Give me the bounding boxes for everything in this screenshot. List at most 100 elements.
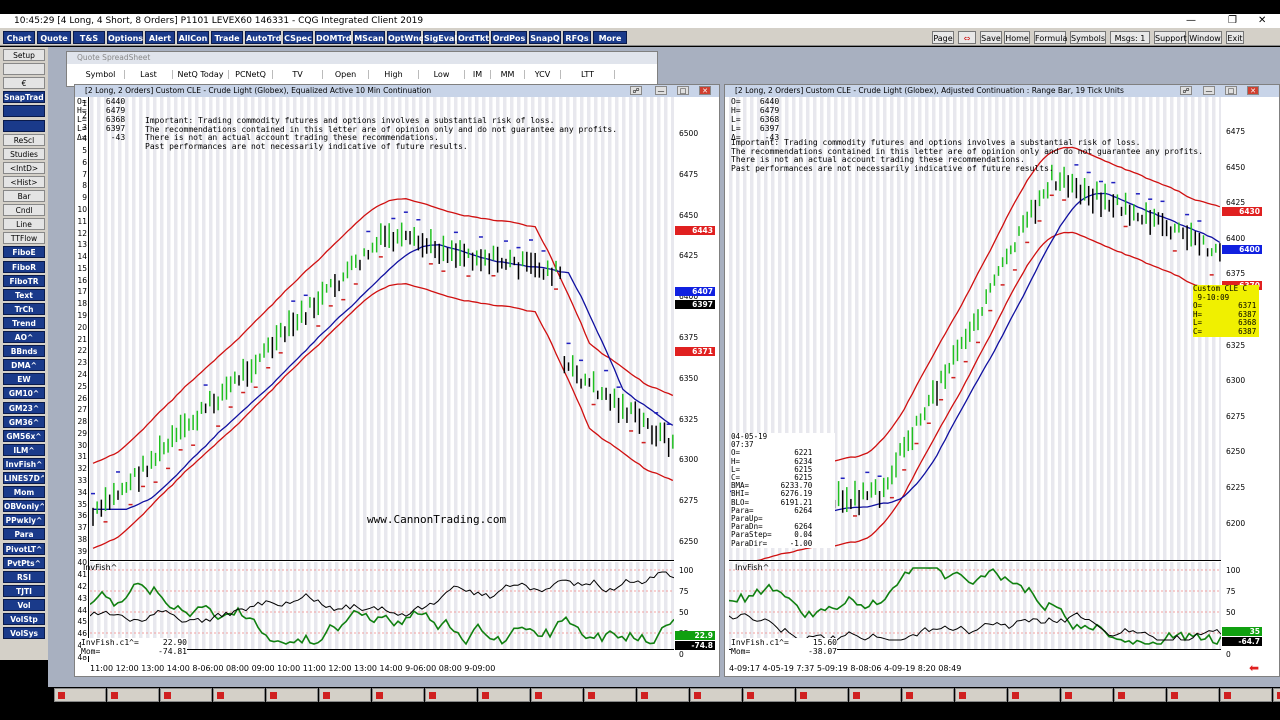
leftbar-line-button[interactable]: Line [3,218,45,231]
quote-col-ycv[interactable]: YCV [525,70,561,79]
close-icon[interactable]: ✕ [1247,86,1259,95]
maximize-icon[interactable]: □ [677,86,689,95]
maximize-icon[interactable]: □ [1225,86,1237,95]
menu-cspec-button[interactable]: CSpec [283,31,313,44]
leftbar-setup-button[interactable]: Setup [3,49,45,61]
leftbar-rsi-button[interactable]: RSI [3,570,45,583]
leftbar-trend-button[interactable]: Trend [3,316,45,329]
leftbar-gm23-button[interactable]: GM23^ [3,401,45,414]
leftbar-blank-5-button[interactable] [3,119,45,132]
menu-quote-button[interactable]: Quote [37,31,71,44]
quote-col-netqtoday[interactable]: NetQ Today [173,70,229,79]
menu-allcon-button[interactable]: AllCon [177,31,209,44]
leftbar-rescl-button[interactable]: ReScl [3,133,45,146]
leftbar-blank-4-button[interactable] [3,105,45,118]
scroll-left-arrow-icon[interactable]: ⬅ [1249,661,1259,675]
leftbar-mom-button[interactable]: Mom [3,486,45,499]
taskbar-window-button[interactable] [425,688,477,702]
menu-exit-button[interactable]: Exit [1226,31,1244,44]
menu-more-button[interactable]: More [593,31,627,44]
leftbar-intd-button[interactable]: <IntD> [3,161,45,174]
leftbar-gm56x-button[interactable]: GM56x^ [3,429,45,442]
leftbar-fibor-button[interactable]: FiboR [3,260,45,273]
leftbar-ew-button[interactable]: EW [3,373,45,386]
leftbar-bbnds-button[interactable]: BBnds [3,345,45,358]
leftbar-lines7d-button[interactable]: LINES7D^ [3,472,45,484]
menu-window-button[interactable]: Window [1188,31,1222,44]
quote-col-high[interactable]: High [369,70,419,79]
leftbar-pivotlt-button[interactable]: PivotLT^ [3,542,45,555]
menu-options-button[interactable]: Options [107,31,143,44]
taskbar-window-button[interactable] [690,688,742,702]
leftbar-bar-button[interactable]: Bar [3,190,45,202]
menu-sigeval-button[interactable]: SigEval [423,31,457,44]
close-icon[interactable]: ✕ [699,86,711,95]
menu-save-button[interactable]: Save [980,31,1002,44]
menu-symbols-button[interactable]: Symbols [1070,31,1106,44]
restore-icon[interactable]: ❐ [1228,14,1237,28]
taskbar-window-button[interactable] [531,688,583,702]
quote-col-im[interactable]: IM [465,70,491,79]
taskbar-window-button[interactable] [796,688,848,702]
taskbar-window-button[interactable] [160,688,212,702]
taskbar-window-button[interactable] [1167,688,1219,702]
taskbar-window-button[interactable] [319,688,371,702]
leftbar-tjti-button[interactable]: TJTI [3,584,45,597]
link-icon[interactable]: ☍ [1180,86,1192,95]
leftbar-vol-button[interactable]: Vol [3,598,45,611]
leftbar-text-button[interactable]: Text [3,288,45,301]
leftbar-fibotr-button[interactable]: FiboTR [3,274,45,287]
leftbar-ppwkly-button[interactable]: PPwkly^ [3,514,45,527]
menu-trade-button[interactable]: Trade [211,31,243,44]
leftbar-volsys-button[interactable]: VolSys [3,627,45,640]
menu-support-button[interactable]: Support [1154,31,1187,44]
taskbar-window-button[interactable] [902,688,954,702]
taskbar-window-button[interactable] [213,688,265,702]
taskbar-window-button[interactable] [955,688,1007,702]
taskbar-window-button[interactable] [1008,688,1060,702]
taskbar-window-button[interactable] [54,688,106,702]
leftbar-ttflow-button[interactable]: TTFlow [3,232,45,245]
taskbar-window-button[interactable] [849,688,901,702]
leftbar-cndl-button[interactable]: Cndl [3,204,45,217]
leftbar-gm36-button[interactable]: GM36^ [3,415,45,428]
quote-col-mm[interactable]: MM [491,70,525,79]
leftbar-snaptrader-button[interactable]: SnapTrader [3,91,45,104]
menu-mscan-button[interactable]: MScan [353,31,385,44]
menu-alert-button[interactable]: Alert [145,31,175,44]
quote-col-pcnetq[interactable]: PCNetQ [229,70,273,79]
quote-col-last[interactable]: Last [125,70,173,79]
leftbar-studies-button[interactable]: Studies [3,147,45,160]
minimize-icon[interactable]: — [655,86,667,95]
price-plot[interactable] [90,97,674,561]
quote-col-symbol[interactable]: Symbol [77,70,125,79]
leftbar-obvonly-button[interactable]: OBVonly^ [3,500,45,513]
taskbar-window-button[interactable] [637,688,689,702]
close-icon[interactable]: ✕ [1258,14,1266,28]
leftbar-blank-1-button[interactable] [3,63,45,76]
taskbar-window-button[interactable] [584,688,636,702]
leftbar-invfish-button[interactable]: InvFish^ [3,457,45,470]
menu-page-button[interactable]: Page [932,31,954,44]
quote-col-tv[interactable]: TV [273,70,323,79]
menu-domtrd-button[interactable]: DOMTrd [315,31,352,44]
leftbar-fiboe-button[interactable]: FiboE [3,246,45,259]
link-icon[interactable]: ☍ [630,86,642,95]
leftbar-volstp-button[interactable]: VolStp [3,613,45,625]
taskbar-window-button[interactable] [1061,688,1113,702]
menu-ordpos-button[interactable]: OrdPos [491,31,527,44]
leftbar-para-button[interactable]: Para [3,528,45,541]
menu-ordtkt-button[interactable]: OrdTkt [457,31,489,44]
leftbar--button[interactable]: € [3,77,45,90]
quote-col-open[interactable]: Open [323,70,369,79]
menu-msgs-button[interactable]: Msgs: 1 [1110,31,1150,44]
leftbar-dma-button[interactable]: DMA^ [3,359,45,372]
menu-optwnd-button[interactable]: OptWnd [387,31,425,44]
menu-snapq-button[interactable]: SnapQ [529,31,561,44]
menu-formula-button[interactable]: Formula [1034,31,1067,44]
leftbar-pvtpts-button[interactable]: PvtPts^ [3,556,45,569]
leftbar-ao-button[interactable]: AO^ [3,331,45,343]
leftbar-gm10-button[interactable]: GM10^ [3,387,45,400]
page-arrows-icon[interactable]: ⇔ [958,31,976,44]
quote-col-low[interactable]: Low [419,70,465,79]
